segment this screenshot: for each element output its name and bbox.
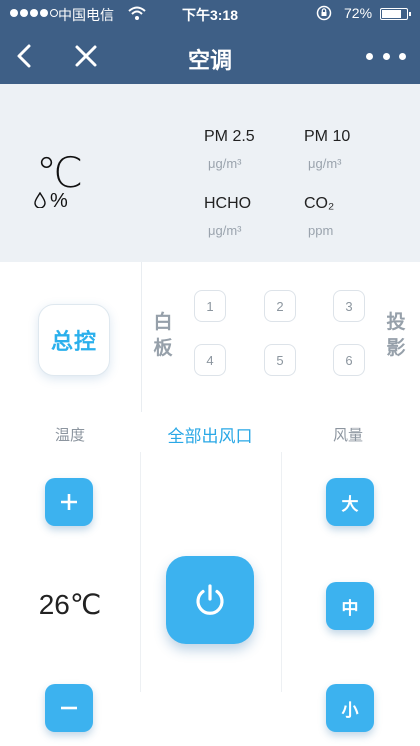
pm25-label: PM 2.5	[204, 128, 255, 145]
environment-panel: ℃ % PM 2.5 μg/m³ PM 10 μg/m³ HCHO μg/m³ …	[0, 84, 420, 262]
divider	[140, 452, 141, 692]
more-dot-icon	[382, 52, 390, 60]
nav-bar: 空调	[0, 28, 420, 84]
vent-button-2[interactable]: 2	[264, 290, 296, 322]
power-button[interactable]	[166, 556, 254, 644]
vent-button-5[interactable]: 5	[264, 344, 296, 376]
humidity-drop-icon	[34, 191, 46, 213]
temperature-label: 温度	[54, 427, 85, 444]
rotation-lock-icon	[316, 5, 332, 24]
fan-speed-low-button[interactable]: 小	[326, 684, 374, 732]
vent-button-4[interactable]: 4	[194, 344, 226, 376]
more-dot-icon	[366, 52, 373, 60]
page-title: 空调	[187, 48, 232, 73]
battery-icon	[380, 8, 411, 20]
divider	[141, 262, 142, 412]
more-dot-icon	[399, 52, 406, 60]
vent-button-1[interactable]: 1	[194, 290, 226, 322]
hcho-unit: μg/m³	[208, 223, 242, 238]
pm10-label: PM 10	[304, 128, 351, 145]
humidity-unit: %	[50, 190, 68, 212]
hcho-label: HCHO	[204, 195, 252, 212]
power-icon	[196, 584, 224, 615]
plus-icon	[61, 494, 77, 510]
fan-speed-label: 风量	[332, 427, 363, 444]
master-control-button[interactable]: 总控	[38, 304, 110, 376]
pm25-unit: μg/m³	[208, 156, 242, 171]
battery-percentage: 72%	[344, 5, 373, 21]
divider	[281, 452, 282, 692]
status-bar: 中国电信 下午3:18 72%	[0, 0, 420, 28]
minus-icon	[61, 706, 77, 710]
vent-button-3[interactable]: 3	[333, 290, 365, 322]
temperature-increase-button[interactable]	[45, 478, 93, 526]
temperature-value: 26℃	[38, 589, 102, 620]
vent-button-6[interactable]: 6	[333, 344, 365, 376]
pm10-unit: μg/m³	[308, 156, 342, 171]
fan-speed-medium-button[interactable]: 中	[326, 582, 374, 630]
all-vents-label[interactable]: 全部出风口	[140, 422, 280, 447]
temperature-decrease-button[interactable]	[45, 684, 93, 732]
co2-unit: ppm	[308, 223, 334, 238]
co2-label: CO₂	[304, 195, 335, 212]
whiteboard-label: 白板	[153, 312, 173, 359]
more-button[interactable]	[366, 42, 406, 70]
projector-label: 投影	[386, 312, 406, 359]
fan-speed-high-button[interactable]: 大	[326, 478, 374, 526]
control-area: 总控 白板 投影 1 2 3 4 5 6 温度 全部出风口 风量 26℃ 大 中…	[0, 262, 420, 746]
